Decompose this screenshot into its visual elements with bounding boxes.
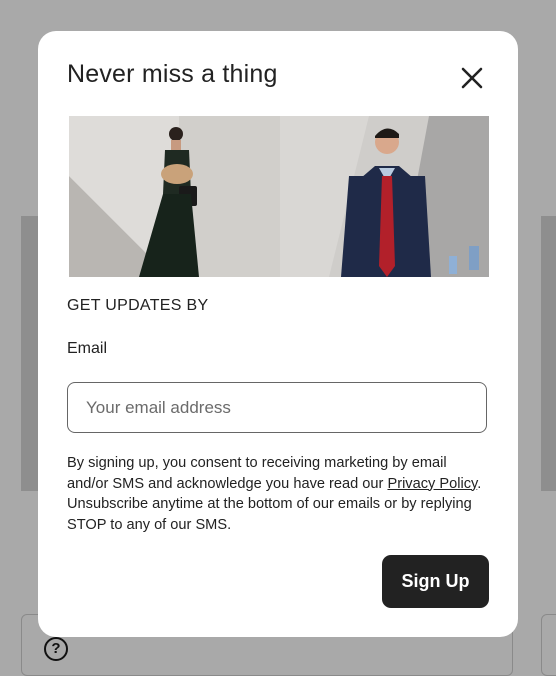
hero-image — [69, 116, 489, 277]
newsletter-signup-modal: Never miss a thing GET UPDATES BY Email … — [38, 31, 518, 637]
close-icon — [461, 67, 483, 89]
hero-photo-woman — [69, 116, 280, 277]
email-label: Email — [67, 340, 108, 357]
consent-text: By signing up, you consent to receiving … — [67, 453, 492, 535]
hero-photo-man — [280, 116, 489, 277]
get-updates-label: GET UPDATES BY — [67, 297, 209, 314]
close-button[interactable] — [458, 64, 486, 92]
question-circle-icon[interactable]: ? — [44, 637, 68, 661]
modal-title: Never miss a thing — [67, 60, 278, 88]
privacy-policy-link[interactable]: Privacy Policy — [387, 476, 477, 492]
sign-up-button[interactable]: Sign Up — [382, 555, 489, 608]
email-input[interactable] — [67, 382, 487, 433]
background-product-card-right — [541, 216, 556, 491]
